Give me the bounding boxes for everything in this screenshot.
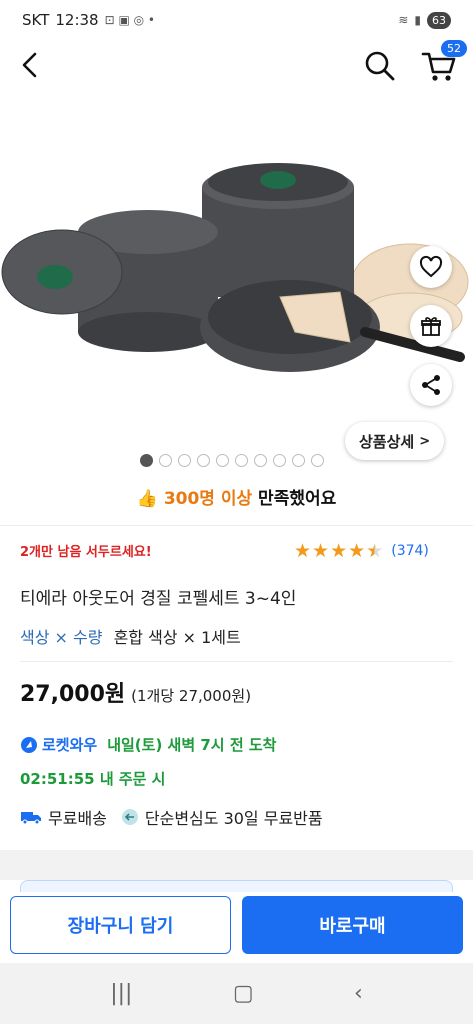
shipping-row: 무료배송 단순변심도 30일 무료반품 <box>20 805 323 829</box>
truck-icon <box>21 812 41 825</box>
price: 27,000원 <box>20 682 126 707</box>
carousel-dot[interactable] <box>254 454 267 467</box>
cart-count-badge: 52 <box>441 40 467 57</box>
satisfaction-banner: 👍 300명 이상 만족했어요 <box>0 484 473 509</box>
clock: 12:38 <box>55 11 99 29</box>
section-gap <box>0 850 473 880</box>
unit-price: (1개당 27,000원) <box>131 687 252 705</box>
carousel-dot[interactable] <box>311 454 324 467</box>
star-icon: ★ <box>330 540 348 562</box>
gift-button[interactable] <box>410 305 452 347</box>
carousel-dot[interactable] <box>235 454 248 467</box>
system-navigation-bar: ||| ▢ ‹ <box>0 963 473 1024</box>
product-image <box>1 163 469 372</box>
option-value: 혼합 색상 × 1세트 <box>113 628 241 647</box>
home-icon[interactable]: ▢ <box>233 981 254 1006</box>
carousel-dot[interactable] <box>273 454 286 467</box>
system-back-icon[interactable]: ‹ <box>354 981 363 1006</box>
product-detail-label: 상품상세 <box>359 432 415 451</box>
carousel-dot[interactable] <box>216 454 229 467</box>
wishlist-button[interactable] <box>410 246 452 288</box>
gift-icon <box>421 317 441 336</box>
option-label: 색상 × 수량 <box>20 628 103 647</box>
price-row: 27,000원 (1개당 27,000원) <box>20 676 251 708</box>
star-icon: ★ <box>366 540 384 562</box>
heart-icon <box>419 255 443 278</box>
rocket-label: 로켓와우 <box>42 736 98 754</box>
rocket-delivery-row: 로켓와우 내일(토) 새벽 7시 전 도착 <box>20 734 276 755</box>
satisfaction-count: 300명 이상 <box>163 489 253 509</box>
chevron-right-icon: > <box>419 433 431 449</box>
status-bar: SKT 12:38 ⊡ ▣ ◎ • ≋ ▮ 63 <box>0 0 473 40</box>
info-box-edge <box>20 880 453 892</box>
back-button[interactable] <box>14 48 48 82</box>
chevron-left-icon <box>22 52 37 78</box>
rating[interactable]: ★ ★ ★ ★ ★ (374) <box>294 540 429 562</box>
star-icon: ★ <box>348 540 366 562</box>
signal-icon: ▮ <box>414 13 421 27</box>
carousel-dot[interactable] <box>159 454 172 467</box>
carousel-dot[interactable] <box>140 454 153 467</box>
carousel-dot[interactable] <box>197 454 210 467</box>
stock-urgency: 2개만 남음 서두르세요! <box>20 545 152 560</box>
share-button[interactable] <box>410 364 452 406</box>
return-policy: 단순변심도 30일 무료반품 <box>144 809 323 828</box>
order-countdown: 02:51:55 내 주문 시 <box>20 770 166 788</box>
divider <box>0 525 473 526</box>
star-icon: ★ <box>294 540 312 562</box>
carrier-label: SKT <box>22 11 50 29</box>
battery-indicator: 63 <box>427 11 451 29</box>
free-shipping: 무료배송 <box>48 809 107 828</box>
carousel-dot[interactable] <box>178 454 191 467</box>
thumbs-up-icon: 👍 <box>136 489 158 509</box>
product-title: 티에라 아웃도어 경질 코펠세트 3~4인 <box>20 589 297 609</box>
option-row[interactable]: 색상 × 수량 혼합 색상 × 1세트 <box>20 624 241 648</box>
top-nav: 52 <box>0 40 473 92</box>
carousel-dot[interactable] <box>292 454 305 467</box>
star-icon: ★ <box>312 540 330 562</box>
notification-icons: ⊡ ▣ ◎ • <box>104 13 155 27</box>
arrival-estimate: 내일(토) 새벽 7시 전 도착 <box>107 736 277 754</box>
search-button[interactable] <box>362 48 398 84</box>
wifi-icon: ≋ <box>398 13 409 27</box>
divider <box>20 661 453 662</box>
recent-apps-icon[interactable]: ||| <box>110 981 132 1006</box>
product-detail-button[interactable]: 상품상세 > <box>345 422 445 460</box>
rocket-icon <box>21 736 37 753</box>
bottom-action-bar: 장바구니 담기 바로구매 <box>0 893 473 963</box>
carousel-pagination <box>140 454 324 467</box>
search-icon <box>365 51 395 81</box>
review-count[interactable]: (374) <box>391 543 429 559</box>
share-icon <box>422 375 440 395</box>
satisfaction-text: 만족했어요 <box>252 489 337 509</box>
buy-now-button[interactable]: 바로구매 <box>242 896 463 954</box>
return-icon <box>121 809 138 825</box>
product-image-carousel[interactable]: 상품상세 > <box>0 92 473 492</box>
add-to-cart-button[interactable]: 장바구니 담기 <box>10 896 231 954</box>
rating-stars: ★ ★ ★ ★ ★ <box>294 540 383 562</box>
